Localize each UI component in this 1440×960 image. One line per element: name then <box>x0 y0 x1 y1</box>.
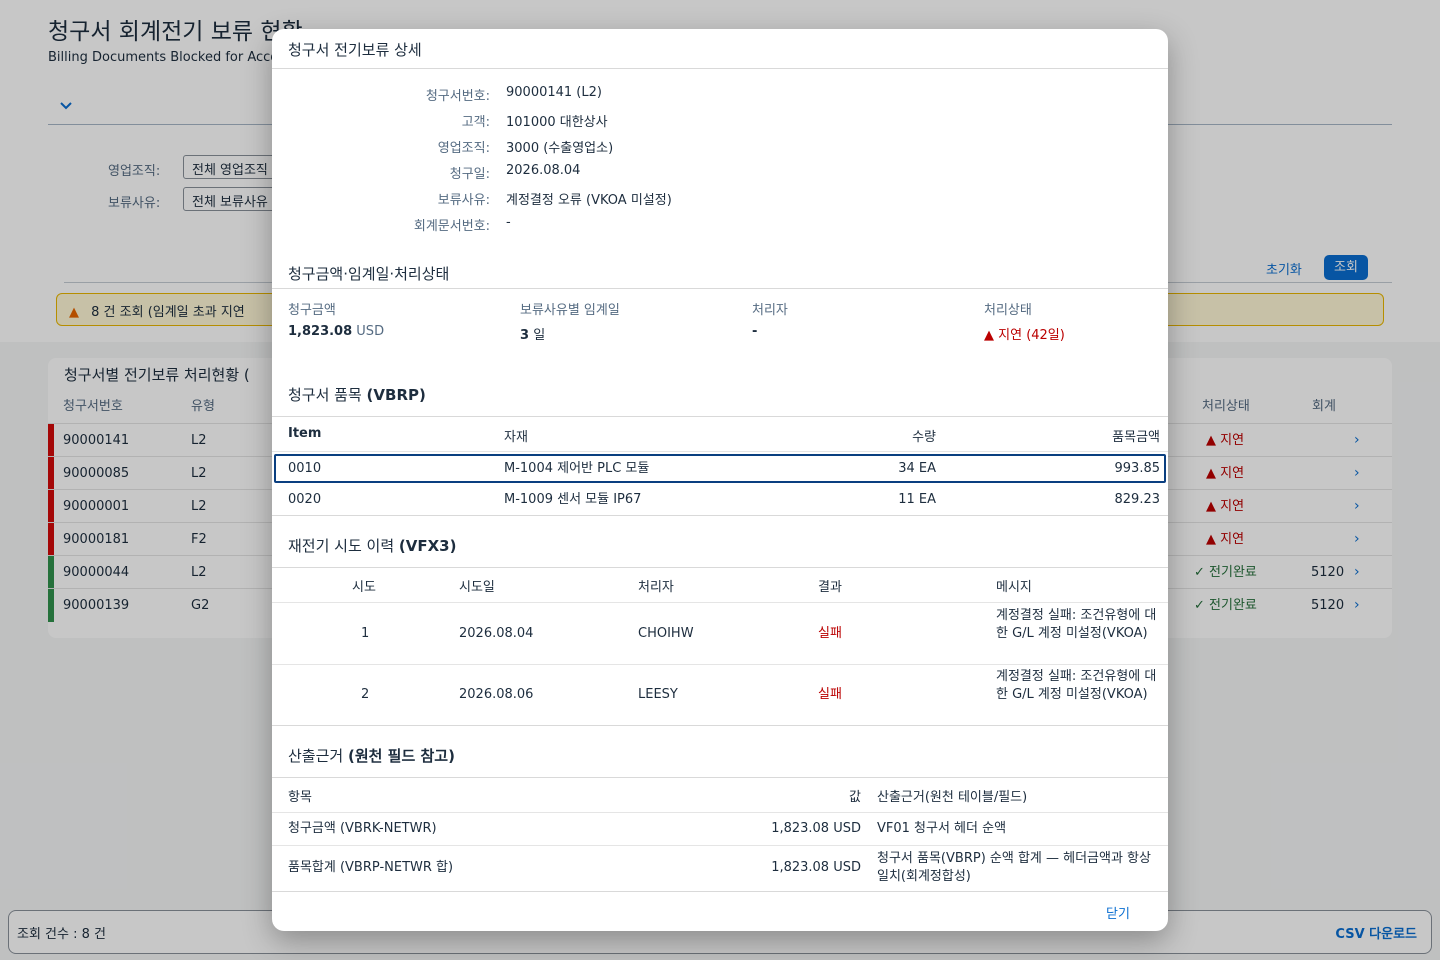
close-button[interactable]: 닫기 <box>1106 903 1130 922</box>
row-divider <box>272 451 1168 452</box>
field-sales-org: 영업조직: 3000 (수출영업소) <box>437 141 614 156</box>
metric-handler: 처리자 - <box>752 303 788 339</box>
basis-row: 청구금액 (VBRK-NETWR) 1,823.08 USD VF01 청구서 … <box>288 821 1007 836</box>
section-divider <box>272 725 1168 726</box>
field-acct-doc: 회계문서번호: - <box>413 215 511 234</box>
basis-col-source: 산출근거(원천 테이블/필드) <box>877 790 1028 805</box>
section-divider <box>272 567 1168 568</box>
section-divider <box>272 777 1168 778</box>
section-divider <box>272 891 1168 892</box>
selected-row-focus <box>274 454 1166 483</box>
retries-col-date: 시도일 <box>459 580 495 595</box>
field-block-reason: 보류사유: 계정결정 오류 (VKOA 미설정) <box>437 193 672 208</box>
error-icon: ▲ <box>984 328 999 343</box>
field-billing-date: 청구일: 2026.08.04 <box>449 163 581 182</box>
section-divider <box>272 515 1168 516</box>
section-divider <box>272 416 1168 417</box>
field-customer: 고객: 101000 대한상사 <box>461 115 608 130</box>
retries-col-result: 결과 <box>818 580 842 595</box>
retry-row: 1 2026.08.04 CHOIHW 실패 계정결정 실패: 조건유형에 대한… <box>361 608 1157 641</box>
dialog-title: 청구서 전기보류 상세 <box>288 41 422 59</box>
retries-col-try: 시도 <box>352 580 376 595</box>
metrics-section-title: 청구금액·임계일·처리상태 <box>288 265 450 283</box>
basis-col-item: 항목 <box>288 790 312 805</box>
items-col-material: 자재 <box>504 430 528 445</box>
items-col-amount: 품목금액 <box>1112 430 1160 445</box>
items-col-qty: 수량 <box>912 430 936 445</box>
basis-row: 품목합계 (VBRP-NETWR 합) 1,823.08 USD 청구서 품목(… <box>288 851 1151 884</box>
metric-threshold: 보류사유별 임계일 3 일 <box>520 303 620 343</box>
detail-dialog: 청구서 전기보류 상세 청구서번호: 90000141 (L2) 고객: 10100… <box>272 29 1168 931</box>
field-doc-number: 청구서번호: 90000141 (L2) <box>425 85 602 104</box>
retries-section-title: 재전기 시도 이력 (VFX3) <box>288 537 457 555</box>
retries-col-user: 처리자 <box>638 580 674 595</box>
section-divider <box>272 288 1168 289</box>
items-section-title: 청구서 품목 (VBRP) <box>288 386 426 404</box>
metric-amount: 청구금액 1,823.08 USD <box>288 303 385 339</box>
retry-row: 2 2026.08.06 LEESY 실패 계정결정 실패: 조건유형에 대한 … <box>361 669 1157 702</box>
metric-status: 처리상태 ▲ 지연 (42일) <box>984 303 1065 343</box>
basis-section-title: 산출근거 (원천 필드 참고) <box>288 747 455 765</box>
item-row[interactable]: 0020 M-1009 센서 모듈 IP67 11 EA 829.23 <box>272 484 1168 516</box>
dialog-header: 청구서 전기보류 상세 <box>272 29 1168 69</box>
items-col-item: Item <box>288 426 322 441</box>
retries-col-message: 메시지 <box>996 580 1032 595</box>
basis-col-value: 값 <box>849 790 861 805</box>
